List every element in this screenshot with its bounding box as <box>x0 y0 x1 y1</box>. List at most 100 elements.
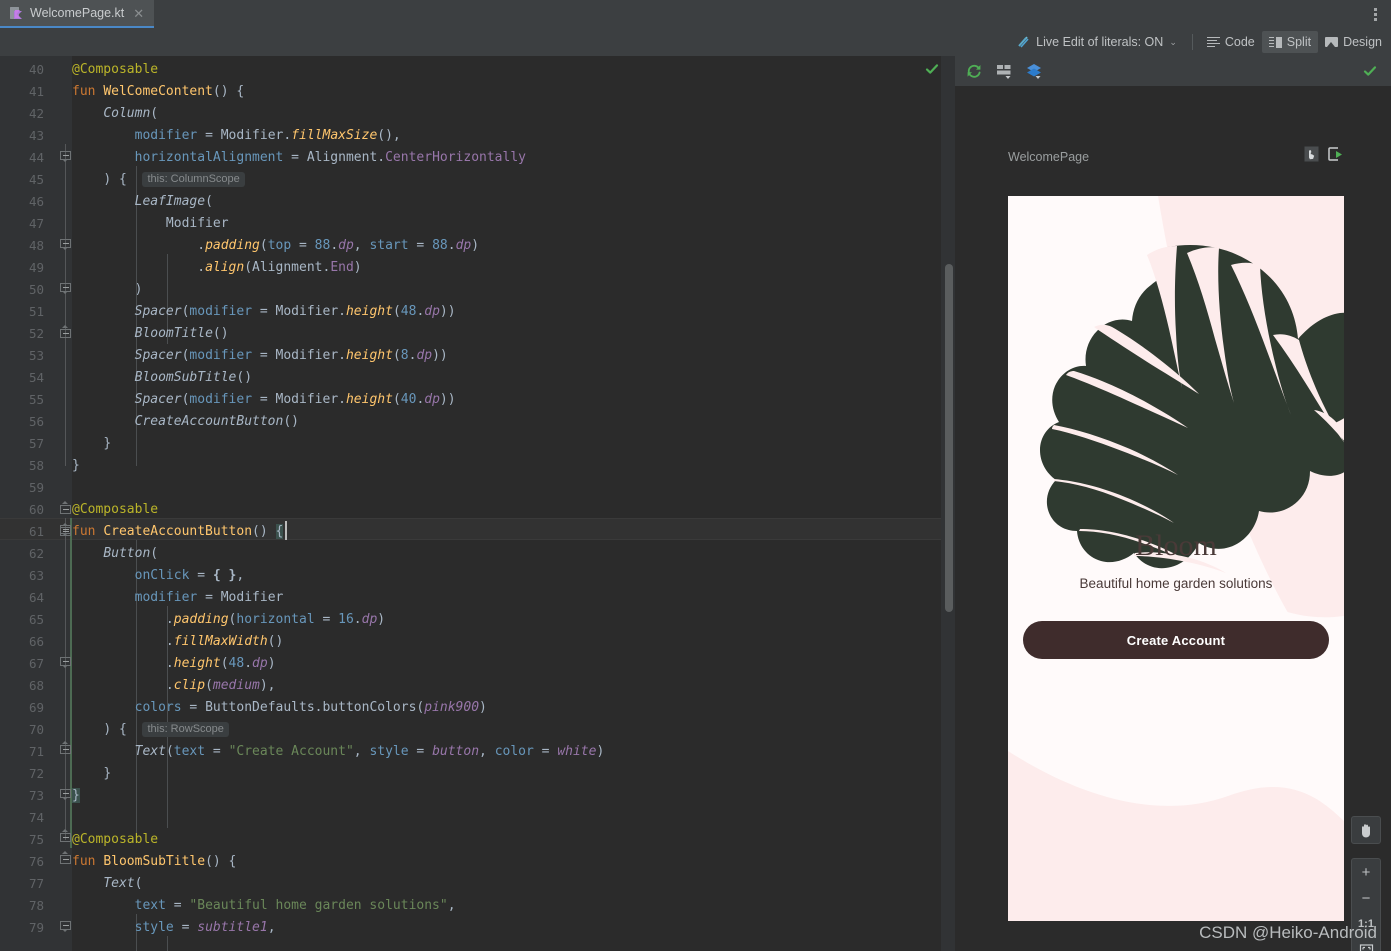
code-line[interactable]: 60 @Composable <box>0 499 955 521</box>
code-line[interactable]: 67 .height(48.dp) <box>0 653 955 675</box>
code-line[interactable]: 70 ) { this: RowScope <box>0 719 955 741</box>
code-line[interactable]: 46 LeafImage( <box>0 191 955 213</box>
line-number: 53 <box>28 348 44 363</box>
code-line[interactable]: 48 .padding(top = 88.dp, start = 88.dp) <box>0 235 955 257</box>
code-line[interactable]: 77 Text( <box>0 873 955 895</box>
tab-code[interactable]: Code <box>1200 31 1262 53</box>
inspection-ok-icon[interactable] <box>925 62 939 80</box>
design-picture-icon <box>1325 37 1339 47</box>
code-line[interactable]: 71 Text(text = "Create Account", style =… <box>0 741 955 763</box>
text-caret <box>285 521 287 540</box>
code-line[interactable]: 63 onClick = { }, <box>0 565 955 587</box>
code-line[interactable]: 57 } <box>0 433 955 455</box>
layout-grid-icon[interactable] <box>995 62 1013 80</box>
code-text: ) { this: RowScope <box>72 719 229 741</box>
code-line[interactable]: 51 Spacer(modifier = Modifier.height(48.… <box>0 301 955 323</box>
code-line[interactable]: 64 modifier = Modifier <box>0 587 955 609</box>
create-account-button[interactable]: Create Account <box>1023 621 1329 659</box>
code-line[interactable]: 52 BloomTitle() <box>0 323 955 345</box>
line-number: 73 <box>28 788 44 803</box>
code-line[interactable]: 55 Spacer(modifier = Modifier.height(40.… <box>0 389 955 411</box>
code-text: } <box>103 436 112 451</box>
code-line[interactable]: 58} <box>0 455 955 477</box>
code-line[interactable]: 47 Modifier <box>0 213 955 235</box>
code-line[interactable]: 44 horizontalAlignment = Alignment.Cente… <box>0 147 955 169</box>
ide-window: WelcomePage.kt ✕ Live Edit of literals: … <box>0 0 1391 951</box>
code-text: fun BloomSubTitle() { <box>72 854 237 869</box>
code-line[interactable]: 56 CreateAccountButton() <box>0 411 955 433</box>
editor-scrollbar-thumb[interactable] <box>945 264 953 612</box>
code-line[interactable]: 73} <box>0 785 955 807</box>
code-text: Spacer(modifier = Modifier.height(40.dp)… <box>134 392 456 407</box>
code-line[interactable]: 53 Spacer(modifier = Modifier.height(8.d… <box>0 345 955 367</box>
code-line[interactable]: 59 <box>0 477 955 499</box>
line-number: 66 <box>28 634 44 649</box>
code-line[interactable]: 75 @Composable <box>0 829 955 851</box>
compose-preview-panel: WelcomePage Bloom Beautiful home garden … <box>955 56 1391 951</box>
live-edit-toggle[interactable]: Live Edit of literals: ON ⌄ <box>1009 31 1185 53</box>
pan-hand-icon[interactable] <box>1351 817 1381 843</box>
code-line[interactable]: 42 Column( <box>0 103 955 125</box>
close-icon[interactable]: ✕ <box>133 7 144 20</box>
interactive-preview-icon[interactable] <box>1304 146 1319 167</box>
code-text: modifier = Modifier <box>134 590 284 605</box>
code-line[interactable]: 69 colors = ButtonDefaults.buttonColors(… <box>0 697 955 719</box>
code-text: .height(48.dp) <box>165 656 276 671</box>
code-line[interactable]: 45 ) { this: ColumnScope <box>0 169 955 191</box>
code-line[interactable]: 72 } <box>0 763 955 785</box>
mode-label-design: Design <box>1343 35 1382 49</box>
line-number: 68 <box>28 678 44 693</box>
code-text: modifier = Modifier.fillMaxSize(), <box>134 128 401 143</box>
run-preview-icon[interactable] <box>1327 146 1343 167</box>
code-text: Spacer(modifier = Modifier.height(48.dp)… <box>134 304 456 319</box>
tab-split[interactable]: Split <box>1261 31 1319 53</box>
code-line[interactable]: 68 .clip(medium), <box>0 675 955 697</box>
layers-icon[interactable] <box>1025 62 1043 80</box>
code-line[interactable]: 49 .align(Alignment.End) <box>0 257 955 279</box>
code-line[interactable]: 76 fun BloomSubTitle() { <box>0 851 955 873</box>
line-number: 70 <box>28 722 44 737</box>
code-line[interactable]: 74 <box>0 807 955 829</box>
code-line[interactable]: 66 .fillMaxWidth() <box>0 631 955 653</box>
line-number: 40 <box>28 62 44 77</box>
code-line[interactable]: 50 ) <box>0 279 955 301</box>
line-number: 75 <box>28 832 44 847</box>
preview-device-frame[interactable]: Bloom Beautiful home garden solutions Cr… <box>1008 196 1344 921</box>
code-line[interactable]: 78 text = "Beautiful home garden solutio… <box>0 895 955 917</box>
code-text: .align(Alignment.End) <box>197 260 362 275</box>
tab-label: WelcomePage.kt <box>30 6 125 20</box>
tab-bar-empty-space <box>154 0 1391 28</box>
code-line[interactable]: 79 style = subtitle1, <box>0 917 955 939</box>
line-number: 58 <box>28 458 44 473</box>
tab-welcomepage-kt[interactable]: WelcomePage.kt ✕ <box>0 0 155 28</box>
code-text: Column( <box>103 106 159 121</box>
line-number: 71 <box>28 744 44 759</box>
more-options-icon[interactable] <box>1365 0 1385 28</box>
code-line[interactable]: 62 Button( <box>0 543 955 565</box>
preview-canvas[interactable]: WelcomePage Bloom Beautiful home garden … <box>955 86 1391 951</box>
line-number: 42 <box>28 106 44 121</box>
line-number: 59 <box>28 480 44 495</box>
code-text: onClick = { }, <box>134 568 245 583</box>
kotlin-file-icon <box>9 6 24 21</box>
live-edit-label: Live Edit of literals: ON <box>1036 35 1164 49</box>
tab-design[interactable]: Design <box>1318 31 1389 53</box>
code-text: horizontalAlignment = Alignment.CenterHo… <box>134 150 526 165</box>
code-line[interactable]: 65 .padding(horizontal = 16.dp) <box>0 609 955 631</box>
line-number: 48 <box>28 238 44 253</box>
line-number: 56 <box>28 414 44 429</box>
refresh-icon[interactable] <box>965 62 983 80</box>
code-line[interactable]: 43 modifier = Modifier.fillMaxSize(), <box>0 125 955 147</box>
code-line[interactable]: 40 @Composable <box>0 59 955 81</box>
mode-label-code: Code <box>1224 35 1255 49</box>
code-line[interactable]: 54 BloomSubTitle() <box>0 367 955 389</box>
code-text: .fillMaxWidth() <box>165 634 284 649</box>
zoom-in-button[interactable]: + <box>1351 859 1381 885</box>
zoom-out-button[interactable]: − <box>1351 885 1381 911</box>
code-lines-icon <box>1206 36 1220 48</box>
code-line[interactable]: 41 fun WelComeContent() { <box>0 81 955 103</box>
code-text: style = subtitle1, <box>134 920 276 935</box>
code-editor[interactable]: 40 @Composable 41 fun WelComeContent() {42 … <box>0 56 955 951</box>
code-line[interactable]: 61 fun CreateAccountButton() { <box>0 521 955 543</box>
chevron-down-icon[interactable]: ⌄ <box>1169 37 1177 48</box>
